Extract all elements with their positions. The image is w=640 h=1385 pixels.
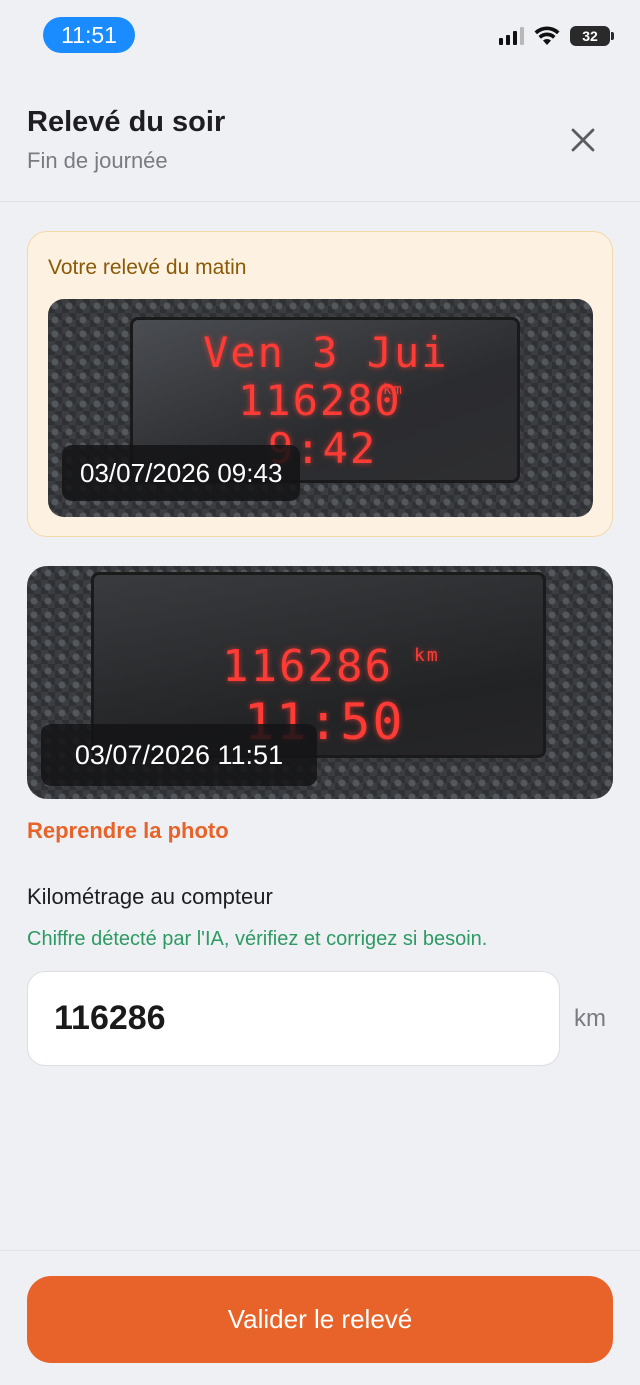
close-button[interactable] — [562, 119, 604, 161]
ai-detection-hint: Chiffre détecté par l'IA, vérifiez et co… — [27, 928, 488, 950]
retake-photo-link[interactable]: Reprendre la photo — [27, 818, 229, 844]
morning-reading-label: Votre relevé du matin — [48, 256, 247, 279]
evening-photo-timestamp: 03/07/2026 11:51 — [41, 724, 317, 786]
battery-icon: 32 — [570, 26, 614, 46]
status-icons: 32 — [499, 26, 614, 46]
page-subtitle: Fin de journée — [27, 148, 168, 173]
submit-reading-button[interactable]: Valider le relevé — [27, 1276, 613, 1363]
odometer-unit: km — [574, 1005, 606, 1032]
photo-km-unit: km — [414, 645, 440, 666]
morning-odometer-photo: Ven 3 Jui 116280 km 9:42 03/07/2026 09:4… — [48, 299, 593, 517]
cellular-signal-icon — [499, 27, 524, 45]
morning-photo-timestamp: 03/07/2026 09:43 — [62, 445, 301, 501]
close-icon — [571, 128, 595, 152]
sheet-header: Relevé du soir Fin de journée — [0, 74, 640, 202]
photo-date-text: Ven 3 Jui — [203, 328, 449, 377]
footer-bar: Valider le relevé — [0, 1250, 640, 1385]
morning-reading-card: Votre relevé du matin Ven 3 Jui 116280 k… — [27, 231, 613, 537]
wifi-icon — [534, 26, 560, 46]
evening-odometer-photo[interactable]: 116286 km 11:50 03/07/2026 11:51 — [27, 566, 613, 799]
photo-km-text: 116280 — [238, 376, 402, 425]
battery-level: 32 — [582, 28, 598, 44]
page-title: Relevé du soir — [27, 106, 226, 138]
status-time: 11:51 — [43, 17, 135, 53]
photo-km-unit: km — [383, 382, 404, 398]
odometer-input[interactable] — [27, 971, 560, 1066]
odometer-field-label: Kilométrage au compteur — [27, 884, 273, 909]
photo-km-text: 116286 — [222, 641, 393, 692]
status-bar: 11:51 32 — [0, 0, 640, 74]
